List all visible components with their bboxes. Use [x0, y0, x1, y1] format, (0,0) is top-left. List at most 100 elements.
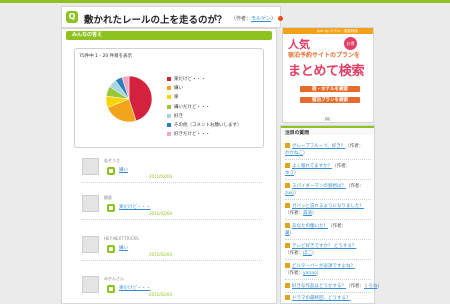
- answer-item: HEY-NEXT-TRICKS 嫌い 2011/02/04: [82, 236, 262, 264]
- featured-question-link[interactable]: ドラマの最終回、どうする？: [292, 296, 351, 301]
- meta-suffix: ）: [377, 284, 383, 289]
- q-badge-icon: Q: [66, 11, 78, 23]
- plan-search-button[interactable]: 宿泊プランを検索: [299, 96, 361, 104]
- question-icon: [285, 243, 290, 248]
- legend-swatch: [167, 85, 171, 90]
- avatar[interactable]: [82, 236, 99, 253]
- answer-user: 鋼鉄: [104, 195, 112, 200]
- meta-prefix: （作者：: [328, 224, 346, 229]
- legend-item: 嫌い: [167, 83, 242, 92]
- featured-author-link[interactable]: ゆう: [285, 171, 294, 176]
- featured-question-link[interactable]: スパイダーマンの感想は？: [292, 184, 346, 189]
- featured-question-meta: （作者：くろね）: [346, 284, 382, 289]
- featured-author-link[interactable]: 森道: [303, 211, 312, 216]
- answer-choice-link[interactable]: 楽だけど・・・: [119, 204, 151, 210]
- featured-question-link[interactable]: ビルターバーが必須ですよね？: [292, 264, 355, 269]
- meta-suffix: ）: [289, 231, 295, 236]
- answers-section-title: みんなの答え: [66, 31, 272, 40]
- answer-date: 2011/02/04: [149, 211, 173, 216]
- results-count: 75件中 1 - 20 件目を表示: [79, 54, 133, 59]
- featured-question-link[interactable]: よく眠れてますか？: [292, 164, 332, 169]
- ad-top-bar: goo by ホテル・旅館検索: [283, 28, 373, 34]
- hotel-search-ad[interactable]: goo by ホテル・旅館検索 人気 お得 宿泊予約サイトのプランを まとめて検…: [282, 27, 374, 123]
- meta-prefix: （作者：: [346, 284, 364, 289]
- featured-author-link[interactable]: くろね: [364, 284, 378, 289]
- top-accent-bar: [0, 0, 450, 3]
- pie-chart: [105, 75, 153, 123]
- page-title: 敷かれたレールの上を走るのが？: [84, 15, 227, 26]
- featured-question-meta: 翼）: [285, 231, 294, 236]
- featured-question-item: ガバッと訪れるようになりました！ （作者：森道）: [285, 203, 373, 217]
- legend-item: その他（コメントお願いします）: [167, 120, 242, 129]
- featured-question-meta: （作者：: [328, 224, 346, 229]
- legend-swatch: [167, 95, 171, 100]
- author-link[interactable]: モルゲン: [251, 16, 271, 22]
- legend-label: その他（コメントお願いします）: [174, 123, 242, 129]
- meta-suffix: ）: [312, 211, 317, 216]
- featured-question-link[interactable]: テレビ好きですか？ どうする？: [292, 244, 356, 249]
- chart-legend: 楽だけど・・・ 嫌い楽嫌いだけど・・・ 好きその他（コメントお願いします） 好きだけど…: [167, 74, 242, 139]
- ad-otoku-badge: お得: [344, 37, 357, 50]
- answer-date: 2011/02/04: [149, 174, 173, 179]
- avatar[interactable]: [82, 276, 99, 293]
- answer-check-icon: [107, 245, 115, 253]
- featured-question-link[interactable]: 好きな作品はどうかする？: [292, 284, 346, 289]
- featured-questions-title: 注目の質問: [281, 126, 374, 136]
- featured-author-link[interactable]: わかねこ: [285, 151, 303, 156]
- divider: [285, 159, 371, 160]
- question-icon: [285, 163, 290, 168]
- divider: [285, 219, 371, 220]
- featured-author-link[interactable]: zuki: [285, 191, 294, 196]
- answer-choice-link[interactable]: 嫌い: [119, 245, 128, 251]
- legend-swatch: [167, 76, 171, 81]
- question-icon: [285, 223, 290, 228]
- featured-question-item: 好きな作品はどうかする？（作者：くろね）: [285, 283, 382, 290]
- answer-choice-link[interactable]: 嫌い: [119, 167, 128, 173]
- ad-subtitle: 宿泊予約サイトのプランを: [288, 50, 360, 59]
- divider: [285, 199, 371, 200]
- meta-prefix: （作者：: [345, 144, 364, 149]
- meta-suffix: ）: [271, 16, 277, 22]
- answer-date: 2011/02/04: [149, 252, 173, 257]
- legend-item: 楽: [167, 93, 242, 102]
- legend-item: 好きだけど・・・: [167, 130, 242, 139]
- featured-question-link[interactable]: あなたの働いた！: [292, 224, 328, 229]
- meta-suffix: ）: [316, 271, 322, 276]
- legend-swatch: [167, 123, 171, 128]
- legend-item: 好き: [167, 111, 242, 120]
- avatar[interactable]: [82, 158, 99, 175]
- answer-check-icon: [107, 204, 115, 212]
- results-chart-box: 75件中 1 - 20 件目を表示 楽だけど・・・ 嫌い楽嫌いだけど・・・ 好きその…: [74, 48, 264, 148]
- featured-question-link[interactable]: グレープフルーツ、好き？: [292, 144, 345, 149]
- divider: [285, 179, 371, 180]
- question-icon: [285, 283, 290, 288]
- answer-item: 鋼鉄 楽だけど・・・ 2011/02/04: [82, 195, 262, 223]
- featured-question-meta: zuki）: [285, 191, 299, 196]
- ad-subtitle-suffix: プランを: [336, 52, 361, 59]
- featured-question-meta: （作者：ぽこ）: [285, 251, 317, 256]
- question-icon: [285, 295, 290, 300]
- meta-suffix: ）: [294, 191, 299, 196]
- featured-author-link[interactable]: yanao: [303, 271, 317, 276]
- answer-item: みかんさん 楽だけど・・・ 2011/02/04: [82, 276, 262, 304]
- legend-item: 嫌いだけど・・・: [167, 102, 242, 111]
- legend-item: 楽だけど・・・: [167, 74, 242, 83]
- legend-label: 好き: [174, 113, 183, 119]
- featured-question-link[interactable]: ガバッと訪れるようになりました！: [292, 204, 364, 209]
- answer-choice-link[interactable]: 楽だけど・・・: [119, 285, 151, 291]
- question-icon: [285, 203, 290, 208]
- featured-question-meta: （作者：: [345, 144, 363, 149]
- legend-label: 嫌い: [174, 85, 183, 91]
- meta-prefix: （作者：: [345, 184, 364, 189]
- legend-label: 楽だけど・・・: [174, 76, 206, 82]
- question-header: Q 敷かれたレールの上を走るのが？ （作者：モルゲン）: [61, 6, 283, 28]
- meta-suffix: ）: [303, 151, 308, 156]
- hotel-search-button[interactable]: 宿・ホテルを検索: [299, 85, 361, 93]
- answer-user: HEY-NEXT-TRICKS: [104, 236, 139, 241]
- avatar[interactable]: [82, 195, 99, 212]
- featured-question-item: あなたの働いた！（作者： 翼）: [285, 223, 373, 237]
- divider: [82, 219, 262, 220]
- legend-label: 嫌いだけど・・・: [174, 104, 210, 110]
- ad-pr-label: PR: [325, 117, 331, 122]
- featured-author-link[interactable]: ぽこ: [303, 251, 312, 256]
